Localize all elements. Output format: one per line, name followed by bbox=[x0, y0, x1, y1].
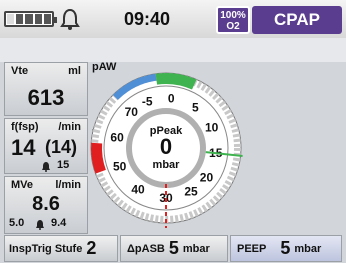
mode-button[interactable]: CPAP bbox=[252, 6, 342, 34]
insptrig-button[interactable]: InspTrig Stufe 2 bbox=[4, 235, 118, 262]
battery-icon bbox=[4, 11, 57, 27]
peep-value: 5 bbox=[280, 238, 291, 258]
gauge-svg: pAW mbar -505101520253040506070pPeak0mba… bbox=[90, 61, 243, 229]
scale-label: -5 bbox=[142, 95, 153, 109]
peep-label: PEEP bbox=[237, 242, 267, 255]
top-bar: 09:40 100% O2 CPAP bbox=[0, 0, 346, 38]
bell-icon[interactable] bbox=[60, 8, 80, 30]
alarm-bell-icon bbox=[35, 217, 45, 230]
mve-low-limit: 5.0 bbox=[9, 217, 25, 229]
scale-label: 40 bbox=[131, 182, 145, 196]
freq-panel[interactable]: f(fsp) /min 14 (14) 15 bbox=[4, 118, 88, 174]
vte-value: 613 bbox=[27, 85, 65, 110]
measurement-column: Vte ml 613 f(fsp) /min 14 (14) 15 MVe l/… bbox=[4, 62, 88, 234]
dpasb-label: ΔpASB bbox=[127, 242, 165, 255]
ppeak-unit: mbar bbox=[153, 159, 181, 171]
peep-button[interactable]: PEEP 5 mbar bbox=[230, 235, 342, 262]
dpasb-button[interactable]: ΔpASB 5 mbar bbox=[120, 235, 228, 262]
o2-indicator[interactable]: 100% O2 bbox=[216, 6, 250, 34]
alarm-bell-icon bbox=[41, 159, 51, 172]
scale-label: 5 bbox=[192, 101, 199, 115]
o2-value: 100% bbox=[220, 10, 246, 21]
freq-label: f(fsp) bbox=[11, 121, 39, 133]
vte-label: Vte bbox=[11, 65, 29, 77]
insptrig-label: InspTrig Stufe bbox=[9, 242, 83, 255]
peep-unit: mbar bbox=[294, 242, 322, 255]
o2-unit: O2 bbox=[226, 21, 240, 32]
insptrig-value: 2 bbox=[86, 238, 97, 258]
vte-unit: ml bbox=[68, 65, 81, 77]
freq-unit: /min bbox=[58, 121, 81, 133]
dpasb-unit: mbar bbox=[182, 242, 210, 255]
scale-label: 60 bbox=[110, 131, 124, 145]
mve-high-limit: 9.4 bbox=[51, 217, 67, 229]
freq-spont-value: (14) bbox=[45, 137, 78, 157]
gauge-title: pAW bbox=[92, 61, 117, 73]
mve-value: 8.6 bbox=[32, 193, 60, 215]
vte-panel[interactable]: Vte ml 613 bbox=[4, 62, 88, 116]
freq-alarm-limit: 15 bbox=[57, 159, 70, 171]
dpasb-value: 5 bbox=[168, 238, 179, 258]
freq-value: 14 bbox=[11, 135, 36, 160]
ppeak-value: 0 bbox=[160, 134, 172, 159]
scale-label: 20 bbox=[200, 170, 214, 184]
bottom-bar: InspTrig Stufe 2 ΔpASB 5 mbar PEEP 5 mba… bbox=[0, 234, 346, 263]
clock: 09:40 bbox=[124, 9, 171, 29]
scale-label: 50 bbox=[113, 160, 127, 174]
mve-panel[interactable]: MVe l/min 8.6 5.0 9.4 bbox=[4, 176, 88, 234]
scale-label: 70 bbox=[125, 105, 139, 119]
mve-unit: l/min bbox=[55, 179, 81, 191]
scale-label: 10 bbox=[205, 121, 219, 135]
pressure-gauge: pAW mbar -505101520253040506070pPeak0mba… bbox=[86, 56, 246, 229]
mve-label: MVe bbox=[11, 179, 34, 191]
scale-label: 0 bbox=[168, 91, 175, 105]
scale-label: 25 bbox=[184, 184, 198, 198]
